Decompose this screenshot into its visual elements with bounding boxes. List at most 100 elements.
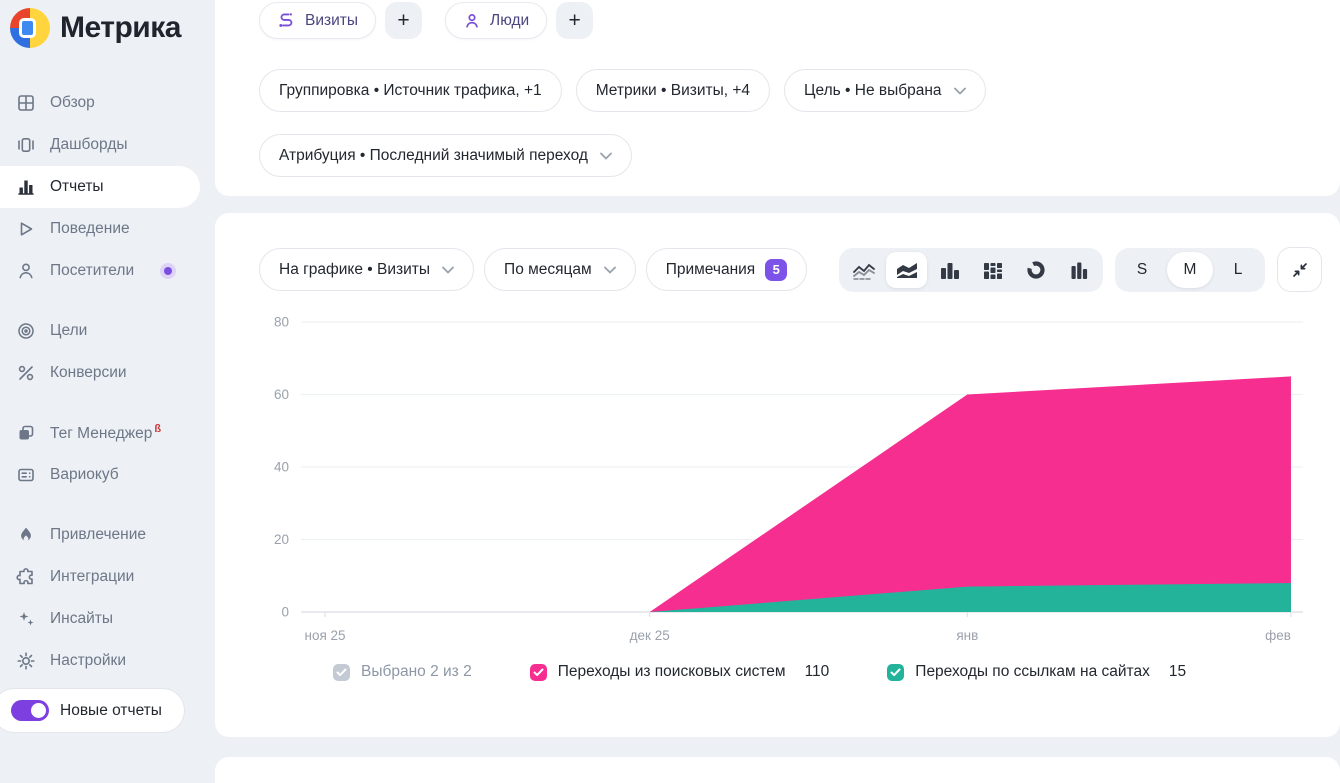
legend-item-links[interactable]: Переходы по ссылкам на сайтах 15 xyxy=(887,663,1186,681)
sidebar-item-label: Тег Менеджерß xyxy=(50,423,161,443)
sidebar-item-label: Инсайты xyxy=(50,610,113,628)
stacked-area-icon[interactable] xyxy=(886,252,927,288)
new-reports-label: Новые отчеты xyxy=(60,702,162,720)
bar-chart-icon[interactable] xyxy=(929,252,970,288)
next-report-card xyxy=(215,757,1340,783)
goal-chip[interactable]: Цель • Не выбрана xyxy=(784,69,986,112)
svg-text:0: 0 xyxy=(281,605,289,620)
sidebar: Метрика Обзор Дашборды Отчеты Поведение … xyxy=(0,0,215,779)
sidebar-item-goals[interactable]: Цели xyxy=(0,310,200,352)
sidebar-item-conversions[interactable]: Конверсии xyxy=(0,352,200,394)
svg-text:дек 25: дек 25 xyxy=(630,628,670,643)
sidebar-item-label: Цели xyxy=(50,322,87,340)
chart-card: На графике • Визиты По месяцам Примечани… xyxy=(215,213,1340,737)
sidebar-item-label: Привлечение xyxy=(50,526,146,544)
main-area: Визиты + Люди + Группировка • Источник т… xyxy=(215,0,1340,779)
notes-button[interactable]: Примечания 5 xyxy=(646,248,808,291)
sidebar-item-label: Вариокуб xyxy=(50,466,119,484)
sidebar-item-tag-manager[interactable]: Тег Менеджерß xyxy=(0,412,200,454)
size-small-button[interactable]: S xyxy=(1119,252,1165,288)
period-selector[interactable]: По месяцам xyxy=(484,248,636,291)
route-icon xyxy=(277,11,296,30)
line-chart-icon[interactable] xyxy=(843,252,884,288)
chart-size-switcher: S M L xyxy=(1115,248,1265,292)
size-medium-button[interactable]: M xyxy=(1167,252,1213,288)
sidebar-item-label: Посетители xyxy=(50,262,134,280)
sparkles-icon xyxy=(15,609,36,630)
play-icon xyxy=(15,219,36,240)
sidebar-item-overview[interactable]: Обзор xyxy=(0,82,200,124)
sidebar-item-label: Обзор xyxy=(50,94,95,112)
notes-count-badge: 5 xyxy=(765,259,787,281)
metrika-logo-icon xyxy=(10,8,50,48)
chevron-down-icon xyxy=(442,266,454,274)
legend-value: 15 xyxy=(1169,663,1186,681)
attribution-chip[interactable]: Атрибуция • Последний значимый переход xyxy=(259,134,632,177)
svg-text:20: 20 xyxy=(274,532,289,547)
chart-type-switcher xyxy=(839,248,1103,292)
on-chart-selector[interactable]: На графике • Визиты xyxy=(259,248,474,291)
checkbox-all-icon[interactable] xyxy=(333,664,350,681)
dashboards-icon xyxy=(15,135,36,156)
new-reports-toggle[interactable]: Новые отчеты xyxy=(0,688,185,733)
add-people-segment-button[interactable]: + xyxy=(556,2,593,39)
checkbox-search-icon[interactable] xyxy=(530,664,547,681)
sidebar-item-label: Отчеты xyxy=(50,178,104,196)
sidebar-item-integrations[interactable]: Интеграции xyxy=(0,556,200,598)
grouping-chip[interactable]: Группировка • Источник трафика, +1 xyxy=(259,69,562,112)
bar-chart-icon xyxy=(15,177,36,198)
segment-people-button[interactable]: Люди xyxy=(445,2,547,39)
report-header-panel: Визиты + Люди + Группировка • Источник т… xyxy=(215,0,1340,196)
sidebar-item-visitors[interactable]: Посетители xyxy=(0,250,200,292)
svg-text:80: 80 xyxy=(274,315,289,330)
segment-visits-button[interactable]: Визиты xyxy=(259,2,376,39)
collapse-chart-button[interactable] xyxy=(1277,247,1322,292)
legend-summary[interactable]: Выбрано 2 из 2 xyxy=(333,663,472,681)
grid-icon xyxy=(15,93,36,114)
add-segment-button[interactable]: + xyxy=(385,2,422,39)
chart-legend: Выбрано 2 из 2 Переходы из поисковых сис… xyxy=(333,663,1322,681)
legend-item-search[interactable]: Переходы из поисковых систем 110 xyxy=(530,663,830,681)
app-title: Метрика xyxy=(60,11,181,45)
sidebar-item-label: Интеграции xyxy=(50,568,134,586)
sidebar-item-settings[interactable]: Настройки xyxy=(0,640,200,682)
variocube-icon xyxy=(15,465,36,486)
toggle-on-icon[interactable] xyxy=(11,700,49,721)
gear-icon xyxy=(15,651,36,672)
chevron-down-icon xyxy=(604,266,616,274)
size-large-button[interactable]: L xyxy=(1215,252,1261,288)
sidebar-item-label: Дашборды xyxy=(50,136,128,154)
beta-badge: ß xyxy=(154,423,161,435)
svg-text:ноя 25: ноя 25 xyxy=(305,628,346,643)
metrics-chip[interactable]: Метрики • Визиты, +4 xyxy=(576,69,770,112)
sidebar-item-label: Поведение xyxy=(50,220,130,238)
person-icon xyxy=(463,12,481,30)
sidebar-item-insights[interactable]: Инсайты xyxy=(0,598,200,640)
svg-text:60: 60 xyxy=(274,387,289,402)
chevron-down-icon xyxy=(954,87,966,95)
target-icon xyxy=(15,321,36,342)
stacked-bar-icon[interactable] xyxy=(972,252,1013,288)
visitors-notification-dot xyxy=(160,263,176,279)
svg-text:янв: янв xyxy=(956,628,978,643)
app-logo[interactable]: Метрика xyxy=(0,0,215,64)
svg-text:40: 40 xyxy=(274,460,289,475)
sidebar-item-reports[interactable]: Отчеты xyxy=(0,166,200,208)
sidebar-item-label: Настройки xyxy=(50,652,126,670)
columns-chart-icon[interactable] xyxy=(1058,252,1099,288)
checkbox-links-icon[interactable] xyxy=(887,664,904,681)
chevron-down-icon xyxy=(600,152,612,160)
chart-canvas[interactable]: 020406080ноя 25дек 25янвфев xyxy=(255,310,1310,648)
sidebar-item-dashboards[interactable]: Дашборды xyxy=(0,124,200,166)
sidebar-item-behavior[interactable]: Поведение xyxy=(0,208,200,250)
sidebar-item-acquisition[interactable]: Привлечение xyxy=(0,514,200,556)
collapse-icon xyxy=(1291,261,1309,279)
percent-icon xyxy=(15,363,36,384)
chart-controls-row: На графике • Визиты По месяцам Примечани… xyxy=(255,247,1322,292)
person-icon xyxy=(15,261,36,282)
donut-chart-icon[interactable] xyxy=(1015,252,1056,288)
sidebar-item-variocube[interactable]: Вариокуб xyxy=(0,454,200,496)
puzzle-icon xyxy=(15,567,36,588)
tag-manager-icon xyxy=(15,423,36,444)
visits-area-chart[interactable]: 020406080ноя 25дек 25янвфев xyxy=(255,310,1322,653)
